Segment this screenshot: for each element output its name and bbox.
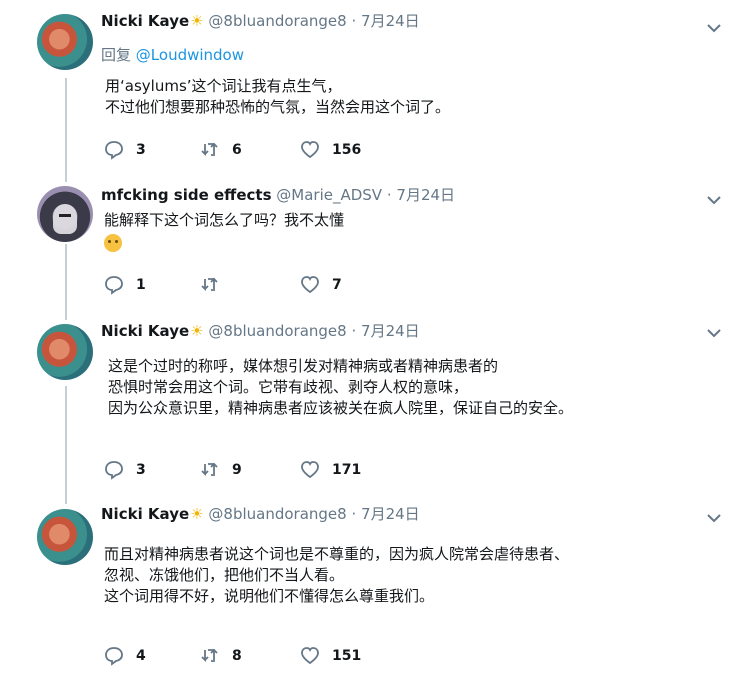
avatar[interactable]	[37, 509, 93, 565]
reply-button[interactable]: 4	[104, 645, 146, 667]
reply-count: 1	[136, 277, 146, 293]
tweet-text: 用‘asylums’这个词让我有点生气， 不过他们想要那种恐怖的气氛，当然会用这…	[105, 76, 450, 118]
reply-button[interactable]: 1	[104, 274, 146, 296]
like-button[interactable]: 7	[300, 274, 342, 296]
tweet[interactable]: mfcking side effects @Marie_ADSV · 7月24日…	[0, 180, 750, 310]
tweet-text-line: 能解释下这个词怎么了吗？我不太懂	[104, 211, 345, 229]
user-handle[interactable]: @8bluandorange8	[208, 505, 346, 523]
heart-icon	[301, 647, 319, 665]
user-handle[interactable]: @8bluandorange8	[208, 322, 346, 340]
tweet-text-line: 而且对精神病患者说这个词也是不尊重的，因为疯人院常会虐待患者、	[104, 545, 570, 563]
tweet-actions: 3 9 171	[104, 459, 424, 481]
tweet-text-line: 这是个过时的称呼，媒体想引发对精神病或者精神病患者的	[108, 357, 499, 375]
tweet-text: 这是个过时的称呼，媒体想引发对精神病或者精神病患者的 恐惧时常会用这个词。它带有…	[108, 356, 573, 419]
avatar[interactable]	[37, 14, 93, 70]
retweet-count: 9	[232, 462, 242, 478]
like-count: 171	[332, 462, 362, 478]
retweet-count: 6	[232, 142, 242, 158]
thinking-face-emoji	[104, 234, 122, 257]
tweet-actions: 4 8 151	[104, 645, 424, 667]
heart-icon	[301, 461, 319, 479]
thinking-face-icon	[104, 234, 122, 252]
retweet-button[interactable]: 6	[200, 139, 242, 161]
separator-dot: ·	[351, 12, 357, 30]
reply-icon	[105, 647, 123, 666]
retweet-icon	[201, 142, 218, 157]
tweet-text-line: 这个词用得不好，说明他们不懂得怎么尊重我们。	[104, 587, 435, 605]
tweet-date[interactable]: 7月24日	[361, 322, 420, 340]
display-name[interactable]: mfcking side effects	[101, 186, 272, 204]
chevron-down-icon[interactable]	[706, 325, 722, 341]
separator-dot: ·	[351, 322, 357, 340]
tweet-date[interactable]: 7月24日	[361, 12, 420, 30]
tweet-text-line: 不过他们想要那种恐怖的气氛，当然会用这个词了。	[105, 98, 451, 116]
avatar[interactable]	[37, 324, 93, 380]
tweet-date[interactable]: 7月24日	[361, 505, 420, 523]
tweet[interactable]: Nicki Kaye☀ @8bluandorange8 · 7月24日 而且对精…	[0, 503, 750, 678]
separator-dot: ·	[351, 505, 357, 523]
heart-icon	[301, 141, 319, 159]
like-count: 7	[332, 277, 342, 293]
chevron-down-icon[interactable]	[706, 192, 722, 208]
display-name[interactable]: Nicki Kaye	[101, 12, 189, 30]
separator-dot: ·	[386, 186, 392, 204]
chevron-down-icon[interactable]	[706, 20, 722, 36]
retweet-icon	[201, 462, 218, 477]
reply-icon	[105, 141, 123, 160]
tweet-text-line: 用‘asylums’这个词让我有点生气，	[105, 77, 342, 95]
retweet-button[interactable]: 9	[200, 459, 242, 481]
retweet-icon	[201, 648, 218, 663]
reply-prefix: 回复	[101, 46, 132, 64]
sun-icon: ☀	[190, 505, 204, 523]
tweet-actions: 3 6 156	[104, 139, 424, 161]
like-count: 151	[332, 648, 362, 664]
tweet[interactable]: Nicki Kaye☀ @8bluandorange8 · 7月24日 回复 @…	[0, 0, 750, 175]
user-handle[interactable]: @Marie_ADSV	[276, 186, 382, 204]
retweet-button[interactable]: 8	[200, 645, 242, 667]
reply-count: 3	[136, 142, 146, 158]
sun-icon: ☀	[190, 12, 204, 30]
tweet[interactable]: Nicki Kaye☀ @8bluandorange8 · 7月24日 这是个过…	[0, 318, 750, 498]
tweet-text-line: 恐惧时常会用这个词。它带有歧视、剥夺人权的意味，	[108, 378, 469, 396]
like-button[interactable]: 171	[300, 459, 361, 481]
reply-icon	[105, 461, 123, 480]
tweet-header: Nicki Kaye☀ @8bluandorange8 · 7月24日	[101, 320, 420, 342]
chevron-down-icon[interactable]	[706, 510, 722, 526]
tweet-text: 能解释下这个词怎么了吗？我不太懂	[104, 210, 344, 231]
display-name[interactable]: Nicki Kaye	[101, 505, 189, 523]
display-name[interactable]: Nicki Kaye	[101, 322, 189, 340]
tweet-text-line: 因为公众意识里，精神病患者应该被关在疯人院里，保证自己的安全。	[108, 399, 574, 417]
retweet-button[interactable]	[200, 274, 232, 296]
like-count: 156	[332, 142, 362, 158]
tweet-header: Nicki Kaye☀ @8bluandorange8 · 7月24日	[101, 503, 420, 525]
sun-icon: ☀	[190, 322, 204, 340]
like-button[interactable]: 151	[300, 645, 361, 667]
reply-count: 3	[136, 462, 146, 478]
tweet-header: Nicki Kaye☀ @8bluandorange8 · 7月24日	[101, 10, 420, 32]
tweet-header: mfcking side effects @Marie_ADSV · 7月24日	[101, 184, 455, 206]
reply-icon	[105, 276, 123, 295]
like-button[interactable]: 156	[300, 139, 361, 161]
reply-mention-link[interactable]: @Loudwindow	[136, 46, 244, 64]
avatar[interactable]	[37, 186, 93, 242]
tweet-actions: 1 7	[104, 274, 424, 296]
reply-to: 回复 @Loudwindow	[101, 45, 244, 65]
reply-count: 4	[136, 648, 146, 664]
tweet-date[interactable]: 7月24日	[396, 186, 455, 204]
retweet-icon	[201, 277, 218, 292]
tweet-text: 而且对精神病患者说这个词也是不尊重的，因为疯人院常会虐待患者、 忽视、冻饿他们，…	[104, 544, 569, 607]
retweet-count: 8	[232, 648, 242, 664]
tweet-text-line: 忽视、冻饿他们，把他们不当人看。	[104, 566, 345, 584]
reply-button[interactable]: 3	[104, 459, 146, 481]
user-handle[interactable]: @8bluandorange8	[208, 12, 346, 30]
heart-icon	[301, 276, 319, 294]
reply-button[interactable]: 3	[104, 139, 146, 161]
